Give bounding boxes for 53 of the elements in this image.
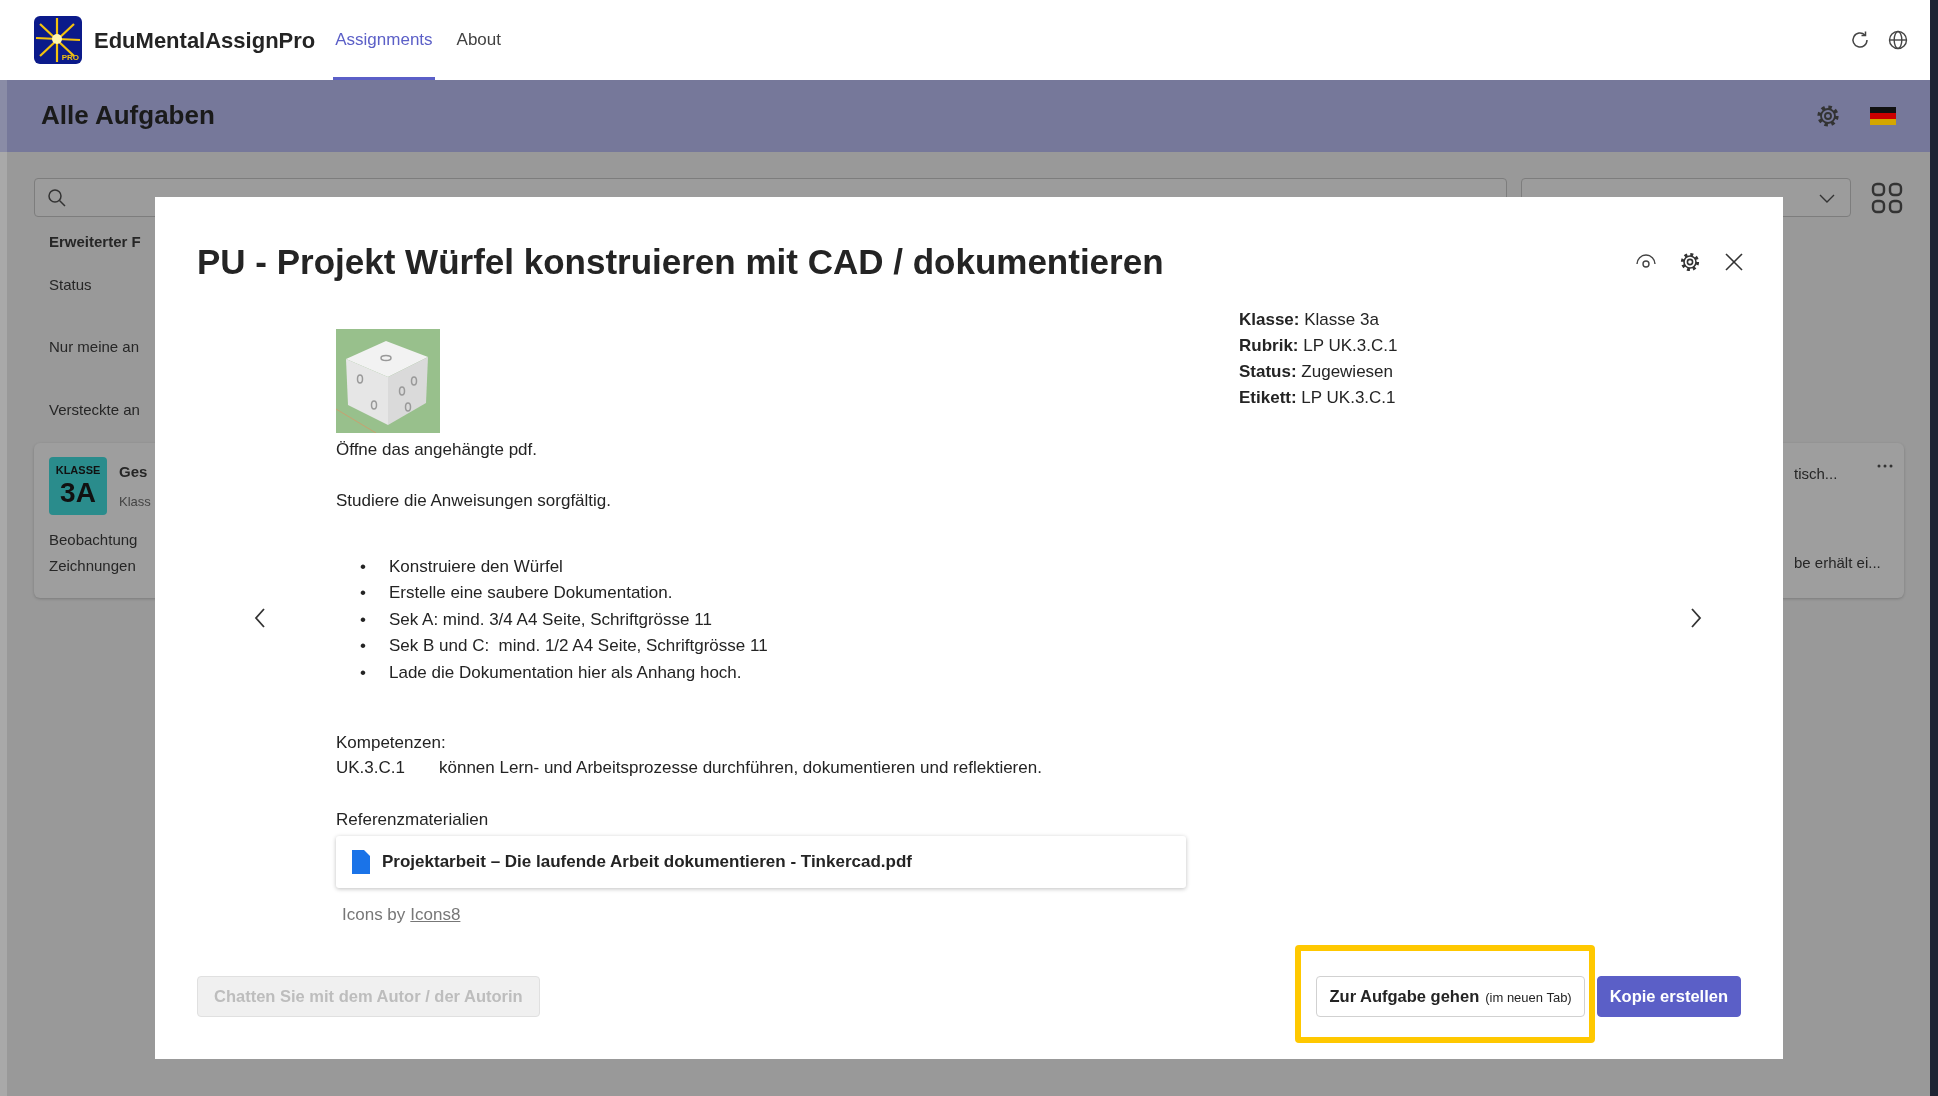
filter-label: Nur meine an — [49, 337, 140, 357]
germany-flag-icon[interactable] — [1870, 107, 1896, 125]
open-task-button[interactable]: Zur Aufgabe gehen (im neuen Tab) — [1316, 976, 1585, 1017]
page-title: Alle Aufgaben — [41, 100, 216, 132]
grid-view-icon[interactable] — [1870, 180, 1904, 215]
bullet-item: Erstelle eine saubere Dokumentation. — [389, 582, 673, 604]
bullet-marker: • — [360, 661, 367, 684]
meta-line: Etikett: LP UK.3.C.1 — [1239, 387, 1397, 409]
competency-code: UK.3.C.1 — [336, 757, 405, 779]
meta-line: Klasse: Klasse 3a — [1239, 309, 1380, 331]
meta-line: Status: Zugewiesen — [1239, 361, 1394, 383]
filter-label: Status — [49, 274, 92, 295]
nav-tab[interactable]: About — [454, 0, 503, 80]
bullet-item: Konstruiere den Würfel — [389, 555, 563, 578]
star-logo — [34, 16, 82, 64]
attachment-item[interactable]: Projektarbeit – Die laufende Arbeit dokumentieren - Tinkercad.pdf — [336, 836, 1186, 888]
instruction-text: Öffne das angehängte pdf. — [336, 439, 539, 461]
attachment-name: Projektarbeit – Die laufende Arbeit dokumentieren - Tinkercad.pdf — [382, 851, 912, 874]
card-description-line: Zeichnungen — [49, 556, 136, 576]
card-description-line: Beobachtung — [49, 530, 138, 550]
chevron-right-icon[interactable] — [1689, 607, 1703, 629]
bullet-marker: • — [360, 608, 367, 631]
bullet-marker: • — [360, 635, 367, 657]
bullet-item: Sek A: mind. 3/4 A4 Seite, Schriftgrösse 11 — [389, 608, 712, 631]
more-icon[interactable] — [1876, 463, 1894, 469]
bullet-item: Sek B und C: mind. 1/2 A4 Seite, Schriftgrösse 11 — [389, 635, 768, 657]
section-heading: Referenzmaterialien — [336, 808, 490, 831]
instruction-text: Studiere die Anweisungen sorgfältig. — [336, 489, 612, 512]
credit-text: Icons by — [342, 904, 406, 926]
filter-label: Versteckte an — [49, 399, 140, 420]
settings-icon[interactable] — [1678, 250, 1702, 274]
card-title: tisch... — [1794, 464, 1838, 484]
bullet-item: Lade die Dokumentation hier als Anhang hoch. — [389, 661, 742, 684]
chevron-left-icon[interactable] — [253, 607, 267, 629]
app-name: EduMentalAssignPro — [94, 26, 316, 55]
card-subtitle: Klass — [119, 492, 151, 511]
competency-text: können Lern- und Arbeitsprozesse durchführen, dokumentieren und reflektieren. — [439, 757, 1042, 779]
search-icon — [47, 187, 67, 208]
card-description-line: be erhält ei... — [1794, 552, 1882, 573]
card-title: Ges — [119, 462, 149, 482]
logo-text: PRO — [61, 54, 79, 62]
avatar-label: 3A — [60, 479, 96, 507]
credit-link[interactable]: Icons8 — [410, 902, 461, 928]
create-copy-button[interactable]: Kopie erstellen — [1596, 976, 1741, 1017]
section-heading: Kompetenzen: — [336, 731, 447, 754]
avatar-label: KLASSE — [55, 465, 101, 476]
file-icon — [352, 850, 370, 874]
globe-icon[interactable] — [1886, 28, 1910, 52]
filter-heading: Erweiterter F — [49, 232, 141, 252]
bullet-marker: • — [360, 582, 367, 604]
dialog-title: PU - Projekt Würfel konstruieren mit CAD / dokumentieren — [197, 241, 1164, 283]
meta-line: Rubrik: LP UK.3.C.1 — [1239, 335, 1399, 357]
bullet-marker: • — [360, 555, 367, 578]
